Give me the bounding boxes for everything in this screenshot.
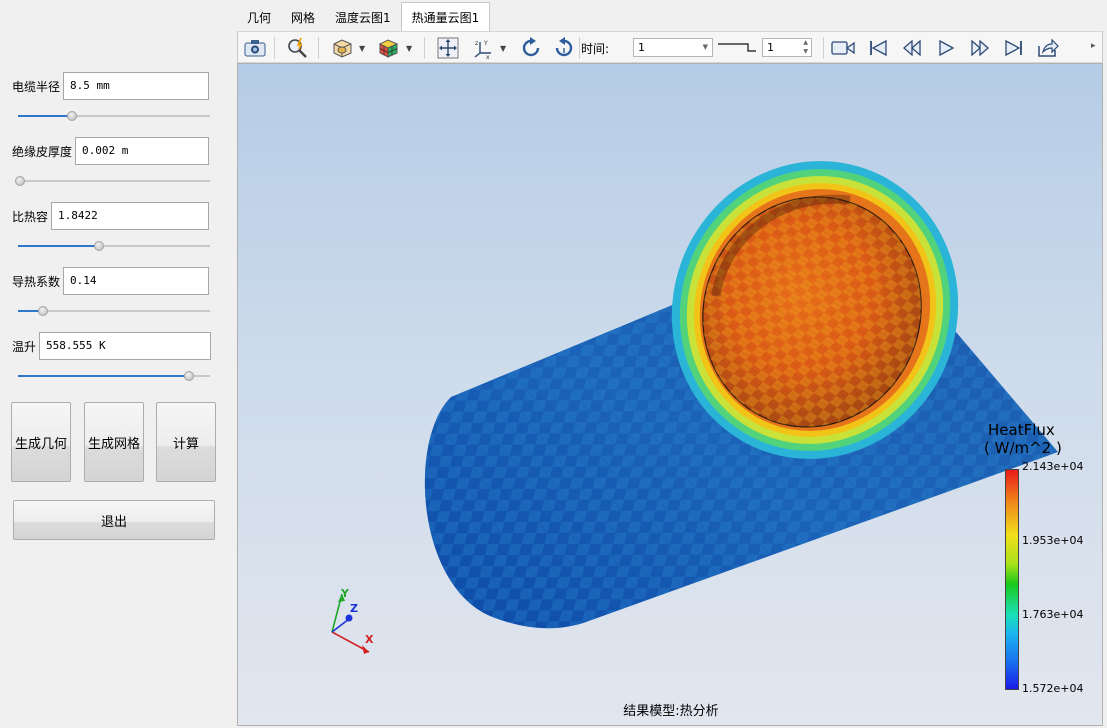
heatflux-cylinder-render: Y Z X xyxy=(331,161,1058,654)
toolbar-separator xyxy=(823,37,824,59)
axis-x-label: X xyxy=(365,633,374,646)
rotate-ccw-icon[interactable] xyxy=(552,36,576,60)
slider-fill xyxy=(18,245,99,247)
toolbar-separator xyxy=(424,37,425,59)
exit-button[interactable]: 退出 xyxy=(13,500,215,540)
slider-handle[interactable] xyxy=(37,306,48,316)
legend-tick-min: 1.572e+04 xyxy=(1022,682,1084,695)
slider-handle[interactable] xyxy=(14,176,25,186)
generate-mesh-button[interactable]: 生成网格 xyxy=(84,402,144,482)
toolbar-overflow-icon[interactable]: ▸ xyxy=(1091,41,1101,55)
cable-radius-slider[interactable] xyxy=(18,109,210,123)
svg-text:z: z xyxy=(475,40,478,47)
last-frame-icon[interactable] xyxy=(1002,36,1026,60)
compute-button[interactable]: 计算 xyxy=(156,402,216,482)
insulation-thickness-slider[interactable] xyxy=(14,174,210,188)
thermal-conductivity-input[interactable]: 0.14 xyxy=(63,267,210,295)
generate-geometry-button[interactable]: 生成几何 xyxy=(11,402,71,482)
slider-handle[interactable] xyxy=(183,371,194,381)
view-tabbar: 几何 网格 温度云图1 热通量云图1 xyxy=(237,2,491,33)
spin-arrows-icon[interactable]: ▲ ▼ xyxy=(803,38,808,56)
pan-icon[interactable] xyxy=(436,36,460,60)
time-select-value: 1 xyxy=(638,41,645,54)
slider-handle[interactable] xyxy=(93,241,104,251)
axis-y-label: Y xyxy=(340,587,350,600)
legend-colorbar xyxy=(1005,469,1019,690)
specific-heat-slider[interactable] xyxy=(18,239,210,253)
chevron-down-icon[interactable]: ▼ xyxy=(500,44,506,53)
display-mode-icon[interactable] xyxy=(330,36,354,60)
temperature-rise-input[interactable]: 558.555 K xyxy=(39,332,212,360)
slider-handle[interactable] xyxy=(66,111,77,121)
3d-viewport[interactable]: Y Z X HeatFlux ( W/m^2 ) 2.143e+04 1.953… xyxy=(237,63,1103,726)
next-frame-icon[interactable] xyxy=(968,36,992,60)
svg-text:Y: Y xyxy=(483,40,488,47)
parameter-panel: 电缆半径 8.5 mm 绝缘皮厚度 0.002 m 比热容 1.8422 导热系… xyxy=(0,0,228,728)
slider-fill xyxy=(18,375,189,377)
legend-tick: 1.763e+04 xyxy=(1022,608,1084,621)
prev-frame-icon[interactable] xyxy=(900,36,924,60)
param-row-insulation-thickness: 绝缘皮厚度 0.002 m xyxy=(12,136,210,166)
axes-icon[interactable]: zYx xyxy=(471,36,495,60)
param-row-cable-radius: 电缆半径 8.5 mm xyxy=(12,71,210,101)
viewer-toolbar: ▼ ▼ zYx ▼ 时间: 1 ▼ 1 ▲ ▼ ▸ xyxy=(237,31,1103,63)
toolbar-separator xyxy=(318,37,319,59)
color-cube-icon[interactable] xyxy=(376,36,400,60)
slider-groove xyxy=(71,115,210,117)
axis-z-label: Z xyxy=(350,602,358,615)
chevron-down-icon: ▼ xyxy=(702,43,708,51)
slider-groove xyxy=(98,245,210,247)
insulation-thickness-label: 绝缘皮厚度 xyxy=(12,144,73,159)
insulation-thickness-input[interactable]: 0.002 m xyxy=(75,137,210,165)
legend-tick: 1.953e+04 xyxy=(1022,534,1084,547)
step-spinbox-value: 1 xyxy=(767,41,774,54)
step-curve-icon xyxy=(718,43,756,52)
specific-heat-input[interactable]: 1.8422 xyxy=(51,202,210,230)
axes-triad: Y Z X xyxy=(331,587,374,654)
export-icon[interactable] xyxy=(1036,36,1060,60)
toolbar-separator xyxy=(579,37,580,59)
play-icon[interactable] xyxy=(934,36,958,60)
thermal-conductivity-slider[interactable] xyxy=(18,304,210,318)
thermal-conductivity-label: 导热系数 xyxy=(12,274,61,289)
svg-text:x: x xyxy=(486,54,490,59)
toolbar-separator xyxy=(274,37,275,59)
temperature-rise-slider[interactable] xyxy=(18,369,210,383)
param-row-specific-heat: 比热容 1.8422 xyxy=(12,201,210,231)
chevron-down-icon[interactable]: ▼ xyxy=(406,44,412,53)
tab-heatflux-contour[interactable]: 热通量云图1 xyxy=(400,2,491,33)
first-frame-icon[interactable] xyxy=(866,36,890,60)
tab-mesh[interactable]: 网格 xyxy=(281,4,325,32)
slider-groove xyxy=(18,180,210,182)
time-select[interactable]: 1 ▼ xyxy=(633,38,713,57)
result-model-caption: 结果模型:热分析 xyxy=(623,704,719,719)
legend-tick-max: 2.143e+04 xyxy=(1022,460,1084,473)
tab-temperature-contour[interactable]: 温度云图1 xyxy=(325,4,401,32)
slider-fill xyxy=(18,115,72,117)
tab-geometry[interactable]: 几何 xyxy=(237,4,281,32)
rotate-cw-icon[interactable] xyxy=(519,36,543,60)
param-row-temperature-rise: 温升 558.555 K xyxy=(12,331,212,361)
temperature-rise-label: 温升 xyxy=(12,339,37,354)
cable-radius-input[interactable]: 8.5 mm xyxy=(63,72,210,100)
specific-heat-label: 比热容 xyxy=(12,209,49,224)
record-video-icon[interactable] xyxy=(831,36,855,60)
legend-unit: ( W/m^2 ) xyxy=(984,439,1062,457)
slider-groove xyxy=(42,310,210,312)
param-row-thermal-conductivity: 导热系数 0.14 xyxy=(12,266,210,296)
zoom-fit-icon[interactable] xyxy=(285,36,309,60)
time-label: 时间: xyxy=(581,42,610,56)
legend-title: HeatFlux xyxy=(988,421,1055,439)
chevron-down-icon[interactable]: ▼ xyxy=(359,44,365,53)
cable-radius-label: 电缆半径 xyxy=(12,79,61,94)
camera-icon[interactable] xyxy=(243,36,267,60)
step-spinbox[interactable]: 1 ▲ ▼ xyxy=(762,38,812,57)
